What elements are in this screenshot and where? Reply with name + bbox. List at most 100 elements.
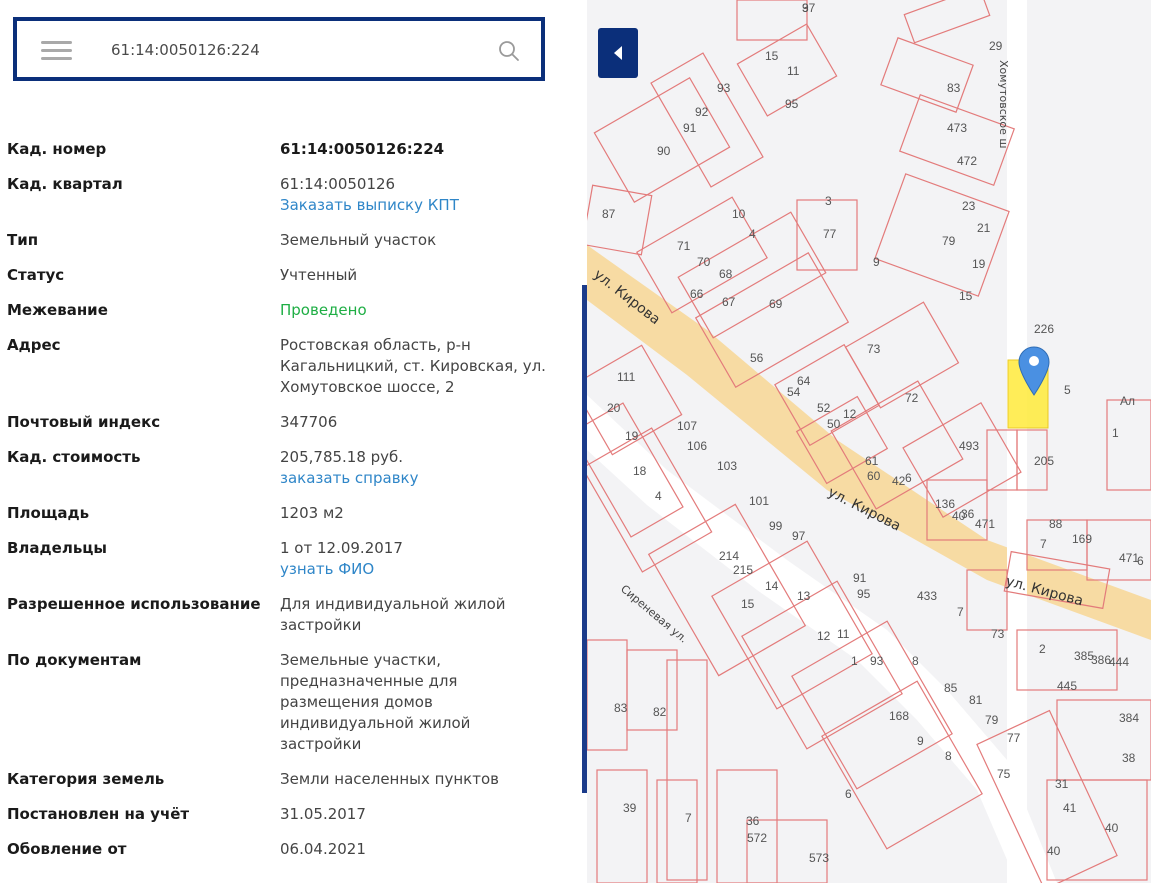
row-survey: Межевание Проведено <box>7 300 567 321</box>
field-label: Кад. номер <box>7 140 107 158</box>
parcel-number-label: 42 <box>892 474 906 488</box>
field-value-wrap: 61:14:0050126 Заказать выписку КПТ <box>280 174 550 216</box>
location-pin-icon[interactable] <box>1018 346 1050 396</box>
parcel-number-label: 6 <box>905 471 912 485</box>
parcel-number-label: 41 <box>1063 801 1077 815</box>
parcel-outline <box>844 301 960 409</box>
field-label: Категория земель <box>7 770 165 788</box>
field-value: 06.04.2021 <box>280 840 366 858</box>
parcel-number-label: 7 <box>957 605 964 619</box>
parcel-labels-layer: 9715119593929190878347347229232119797771… <box>602 1 1144 865</box>
field-label: По документам <box>7 651 142 669</box>
parcel-outline <box>626 649 678 731</box>
parcel-outline <box>903 0 991 44</box>
parcel-number-label: 5 <box>1064 383 1071 397</box>
parcel-number-label: 87 <box>602 207 616 221</box>
parcel-number-label: 3 <box>802 1 809 15</box>
collapse-panel-button[interactable] <box>598 28 638 78</box>
parcel-number-label: 106 <box>687 439 707 453</box>
field-label: Статус <box>7 266 65 284</box>
field-value: 205,785.18 руб. <box>280 448 404 466</box>
owner-name-link[interactable]: узнать ФИО <box>280 559 550 580</box>
hamburger-menu-icon[interactable] <box>41 41 72 61</box>
order-kpt-link[interactable]: Заказать выписку КПТ <box>280 195 550 216</box>
parcel-number-label: 60 <box>867 469 881 483</box>
parcel-number-label: 95 <box>857 587 871 601</box>
parcel-number-label: 38 <box>1122 751 1136 765</box>
parcel-number-label: 7 <box>1040 537 1047 551</box>
parcel-number-label: 384 <box>1119 711 1139 725</box>
parcel-number-label: 433 <box>917 589 937 603</box>
row-cadastral-number: Кад. номер 61:14:0050126:224 <box>7 139 567 160</box>
parcel-number-label: 77 <box>823 227 837 241</box>
parcel-number-label: 6 <box>845 787 852 801</box>
parcel-number-label: 20 <box>607 401 621 415</box>
parcel-number-label: 73 <box>991 627 1005 641</box>
parcel-number-label: 54 <box>787 385 801 399</box>
parcel-number-label: 12 <box>843 407 857 421</box>
row-type: Тип Земельный участок <box>7 230 567 251</box>
parcel-number-label: 70 <box>697 255 711 269</box>
field-label: Площадь <box>7 504 90 522</box>
parcel-number-label: 93 <box>717 81 731 95</box>
parcel-number-label: 111 <box>617 370 636 384</box>
street-label-sirenevaya: Сиреневая ул. <box>618 582 690 645</box>
cadastral-map[interactable]: 97 15 11 95 93 92 91 90 87 83 473 472 29 23 21 19 79 77 71… <box>587 0 1151 883</box>
survey-status: Проведено <box>280 301 367 319</box>
parcel-number-label: 473 <box>947 121 967 135</box>
parcel-number-label: 12 <box>817 629 831 643</box>
field-label: Разрешенное использование <box>7 595 261 613</box>
field-label: Почтовый индекс <box>7 413 161 431</box>
parcel-number-label: 1 <box>851 654 858 668</box>
parcel-number-label: 93 <box>870 654 884 668</box>
parcel-outline <box>736 0 808 41</box>
row-owners: Владельцы 1 от 12.09.2017 узнать ФИО <box>7 538 567 580</box>
row-updated: Обовление от 06.04.2021 <box>7 839 567 860</box>
parcel-number-label: 67 <box>722 295 736 309</box>
parcel-number-label: 573 <box>809 851 829 865</box>
parcel-number-label: 11 <box>787 64 800 78</box>
parcel-number-label: 11 <box>837 627 850 641</box>
parcel-number-label: 9 <box>873 255 880 269</box>
property-info: Кад. номер 61:14:0050126:224 Кад. кварта… <box>7 139 567 874</box>
field-label: Кад. квартал <box>7 175 123 193</box>
parcel-number-label: 214 <box>719 549 739 563</box>
row-by-documents: По документам Земельные участки, предназ… <box>7 650 567 755</box>
field-value: Учтенный <box>280 266 358 284</box>
parcel-number-label: 77 <box>1007 731 1021 745</box>
row-cadastral-cost: Кад. стоимость 205,785.18 руб. заказать … <box>7 447 567 489</box>
parcel-number-label: 23 <box>962 199 976 213</box>
order-certificate-link[interactable]: заказать справку <box>280 468 550 489</box>
search-input[interactable] <box>109 34 493 66</box>
parcel-number-label: 50 <box>827 417 841 431</box>
parcel-number-label: 101 <box>749 494 769 508</box>
parcel-number-label: 107 <box>677 419 697 433</box>
parcel-number-label: 15 <box>741 597 755 611</box>
parcel-number-label: 31 <box>1055 777 1069 791</box>
field-value-wrap: 205,785.18 руб. заказать справку <box>280 447 550 489</box>
row-land-category: Категория земель Земли населенных пункто… <box>7 769 567 790</box>
parcel-outline <box>1106 399 1151 491</box>
parcel-number-label: 39 <box>623 801 637 815</box>
parcel-number-label: 91 <box>683 121 697 135</box>
parcel-number-label: 73 <box>867 342 881 356</box>
row-registered: Постановлен на учёт 31.05.2017 <box>7 804 567 825</box>
parcel-number-label: 6 <box>1137 554 1144 568</box>
parcel-number-label: 15 <box>959 289 973 303</box>
parcel-number-label: 99 <box>769 519 783 533</box>
parcel-number-label: 40 <box>1105 821 1119 835</box>
search-icon[interactable] <box>497 39 521 63</box>
parcel-number-label: 75 <box>997 767 1011 781</box>
parcel-number-label: 52 <box>817 401 831 415</box>
parcel-number-label: 69 <box>769 297 783 311</box>
parcel-number-label: 92 <box>695 105 709 119</box>
parcel-number-label: 83 <box>947 81 961 95</box>
parcel-number-label: 91 <box>853 571 867 585</box>
parcel-number-label: 79 <box>942 234 956 248</box>
parcel-number-label: 88 <box>1049 517 1063 531</box>
parcel-number-label: 1 <box>1112 426 1119 440</box>
parcel-number-label: 205 <box>1034 454 1054 468</box>
parcel-number-label: 19 <box>972 257 986 271</box>
field-value: Земельные участки, предназначенные для р… <box>280 651 471 753</box>
field-value: Земли населенных пунктов <box>280 770 499 788</box>
